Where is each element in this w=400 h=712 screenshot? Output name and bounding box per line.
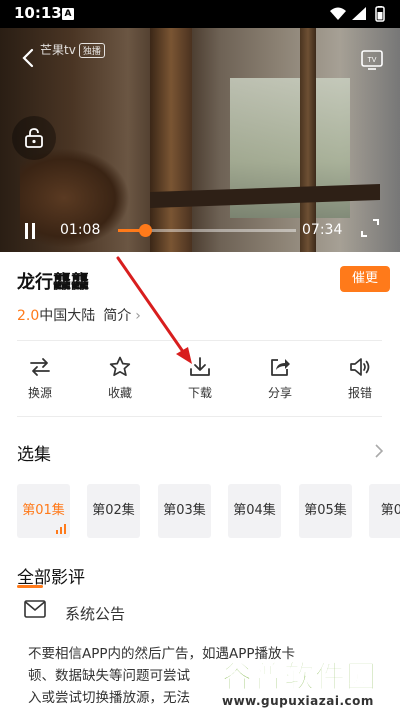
status-icons xyxy=(328,6,390,26)
screen-lock-button[interactable] xyxy=(12,116,56,160)
download-button[interactable]: 下载 xyxy=(170,355,230,401)
action-bar: 换源 收藏 下载 分享 报错 xyxy=(0,355,400,405)
notification-a-icon: A xyxy=(62,8,74,20)
report-error-label: 报错 xyxy=(347,386,372,400)
episode-item[interactable]: 第01集 xyxy=(17,484,70,538)
current-time: 01:08 xyxy=(60,222,101,238)
logo-badge: 独播 xyxy=(78,43,105,58)
watermark-main: 谷普软件园 xyxy=(222,660,377,696)
episode-item[interactable]: 第06 xyxy=(369,484,400,538)
notice-title: 系统公告 xyxy=(65,605,126,623)
progress-bar[interactable] xyxy=(118,224,296,237)
swap-source-button[interactable]: 换源 xyxy=(10,355,70,401)
show-title: 龙行龘龘 xyxy=(17,272,89,293)
divider xyxy=(17,340,382,341)
show-score: 2.0 xyxy=(17,308,40,324)
episode-label: 第04集 xyxy=(233,503,276,518)
tv-label: TV xyxy=(368,57,377,64)
back-icon[interactable] xyxy=(22,48,34,72)
show-region: 中国大陆 xyxy=(39,308,96,324)
total-time: 07:34 xyxy=(302,222,343,238)
remind-update-button[interactable]: 催更 xyxy=(340,266,390,292)
divider xyxy=(17,416,382,417)
lock-icon xyxy=(25,128,43,148)
status-bar: 10:13 A xyxy=(0,0,400,28)
fullscreen-icon[interactable] xyxy=(360,218,380,242)
share-label: 分享 xyxy=(267,386,292,400)
video-frame-pillar xyxy=(150,28,192,252)
video-frame-post xyxy=(300,28,316,252)
episodes-title[interactable]: 选集 xyxy=(17,440,51,465)
episode-list: 第01集 第02集 第03集 第04集 第05集 第06 xyxy=(17,484,400,538)
chevron-right-icon[interactable] xyxy=(374,443,384,463)
share-icon xyxy=(271,359,290,376)
report-error-button[interactable]: 报错 xyxy=(330,355,390,401)
watermark-url: www.gupuxiazai.com xyxy=(222,694,374,708)
logo-text: 芒果tv xyxy=(40,43,76,57)
mail-icon xyxy=(24,600,46,622)
swap-source-label: 换源 xyxy=(27,386,52,400)
site-watermark: 谷普软件园 www.gupuxiazai.com xyxy=(222,652,392,710)
chevron-right-icon[interactable]: › xyxy=(135,308,141,324)
wifi-icon xyxy=(330,7,346,20)
download-icon xyxy=(190,357,210,376)
episode-item[interactable]: 第02集 xyxy=(87,484,140,538)
download-label: 下载 xyxy=(187,386,212,400)
show-meta: 2.0中国大陆 简介 › xyxy=(17,305,141,325)
episode-item[interactable]: 第03集 xyxy=(158,484,211,538)
signal-icon xyxy=(352,7,366,20)
cast-tv-icon[interactable]: TV xyxy=(360,48,384,76)
episode-label: 第05集 xyxy=(304,503,347,518)
speaker-icon xyxy=(350,358,370,376)
battery-icon xyxy=(375,6,385,22)
episode-label: 第01集 xyxy=(22,503,65,518)
progress-thumb[interactable] xyxy=(138,224,152,237)
favorite-label: 收藏 xyxy=(107,386,132,400)
intro-link[interactable]: 简介 xyxy=(103,308,131,324)
episode-label: 第06 xyxy=(380,503,400,518)
star-icon xyxy=(109,356,131,377)
episode-label: 第03集 xyxy=(163,503,206,518)
favorite-button[interactable]: 收藏 xyxy=(90,355,150,401)
mango-tv-logo: 芒果tv 独播 xyxy=(40,41,105,58)
status-time: 10:13 xyxy=(14,4,62,22)
pause-icon[interactable] xyxy=(24,222,36,244)
tab-underline xyxy=(17,585,43,588)
episode-item[interactable]: 第04集 xyxy=(228,484,281,538)
swap-icon xyxy=(30,358,50,376)
video-player[interactable]: 芒果tv 独播 TV 01:08 07:34 xyxy=(0,28,400,252)
episode-item[interactable]: 第05集 xyxy=(299,484,352,538)
episode-label: 第02集 xyxy=(92,503,135,518)
playing-bars-icon xyxy=(56,524,66,534)
share-button[interactable]: 分享 xyxy=(250,355,310,401)
